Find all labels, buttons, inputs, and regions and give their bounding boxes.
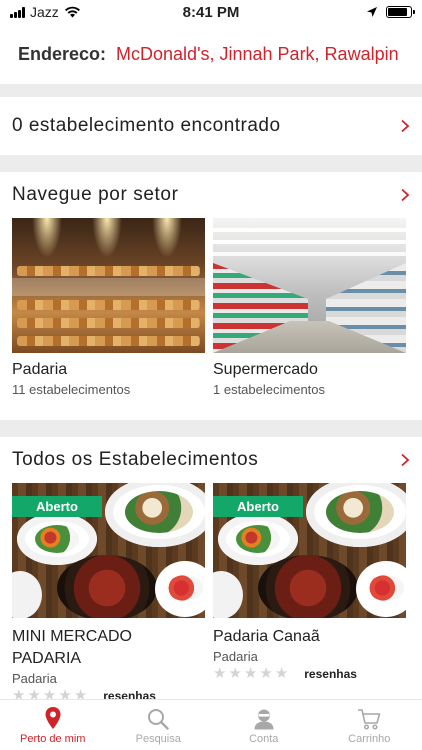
chevron-right-icon[interactable]	[400, 453, 410, 467]
store-image: Aberto	[213, 483, 406, 618]
tab-cart[interactable]: Carrinho	[317, 700, 422, 750]
establishments-found-text: 0 estabelecimento encontrado	[12, 115, 281, 136]
wifi-icon	[64, 6, 80, 18]
location-pin-icon	[45, 707, 61, 729]
tab-label: Conta	[249, 733, 279, 745]
status-bar: Jazz 8:41 PM	[0, 0, 422, 24]
account-icon	[254, 709, 274, 730]
sector-count: 1 estabelecimentos	[213, 382, 326, 397]
store-rating: ★ ★ ★ ★ ★ resenhas	[213, 666, 406, 682]
tab-bar: Perto de mim Pesquisa Conta Carrinho	[0, 699, 422, 750]
sector-list: Padaria 11 estabelecimentos Supermercado…	[0, 218, 422, 397]
tab-search[interactable]: Pesquisa	[106, 700, 212, 750]
chevron-right-icon[interactable]	[400, 119, 410, 133]
sector-name: Supermercado	[213, 361, 318, 378]
sector-name: Padaria	[12, 361, 68, 378]
reviews-label: resenhas	[304, 667, 357, 681]
sector-count: 11 estabelecimentos	[12, 382, 131, 397]
tab-near-me[interactable]: Perto de mim	[0, 700, 106, 750]
battery-icon	[386, 6, 415, 18]
store-name: MINI MERCADO PADARIA	[12, 628, 132, 667]
status-left: Jazz	[10, 4, 81, 20]
cart-icon	[358, 709, 381, 730]
star-icon: ★	[213, 665, 227, 682]
bakery-image	[12, 218, 205, 353]
star-icon: ★	[274, 665, 289, 682]
store-card[interactable]: Aberto Padaria Canaã Padaria ★ ★ ★ ★ ★ r…	[213, 483, 406, 704]
store-category: Padaria	[12, 671, 57, 686]
sector-card-padaria[interactable]: Padaria 11 estabelecimentos	[12, 218, 205, 397]
all-establishments-section: Todos os Estabelecimentos Aberto MINI ME…	[0, 437, 422, 704]
rating-stars: ★ ★ ★ ★ ★	[213, 666, 288, 682]
carrier-name: Jazz	[30, 4, 59, 20]
store-image: Aberto	[12, 483, 205, 618]
sector-section-header[interactable]: Navegue por setor	[0, 172, 422, 218]
status-right	[366, 6, 415, 18]
store-name: Padaria Canaã	[213, 628, 320, 645]
address-value[interactable]: McDonald's, Jinnah Park, Rawalpin	[116, 44, 399, 65]
tab-label: Pesquisa	[135, 733, 181, 745]
star-icon: ★	[243, 665, 258, 682]
establishments-found-row[interactable]: 0 estabelecimento encontrado	[0, 97, 422, 155]
store-category: Padaria	[213, 649, 258, 664]
search-icon	[148, 709, 169, 730]
sector-section-title: Navegue por setor	[12, 184, 179, 205]
store-card[interactable]: Aberto MINI MERCADO PADARIA Padaria ★ ★ …	[12, 483, 205, 704]
star-icon: ★	[228, 665, 242, 682]
tab-label: Perto de mim	[20, 733, 86, 745]
tab-label: Carrinho	[348, 733, 391, 745]
open-badge: Aberto	[12, 496, 102, 517]
sector-card-supermercado[interactable]: Supermercado 1 estabelecimentos	[213, 218, 406, 397]
all-establishments-header[interactable]: Todos os Estabelecimentos	[0, 437, 422, 483]
tab-account[interactable]: Conta	[211, 700, 317, 750]
address-label: Endereco:	[18, 43, 107, 64]
open-badge: Aberto	[213, 496, 303, 517]
all-establishments-title: Todos os Estabelecimentos	[12, 449, 259, 470]
location-arrow-icon	[367, 7, 377, 17]
star-icon: ★	[259, 665, 273, 682]
chevron-right-icon[interactable]	[400, 188, 410, 202]
supermarket-image	[213, 218, 406, 353]
store-list: Aberto MINI MERCADO PADARIA Padaria ★ ★ …	[0, 483, 422, 704]
address-bar[interactable]: Endereco: McDonald's, Jinnah Park, Rawal…	[0, 24, 422, 84]
sector-section: Navegue por setor Padaria 11 estabelecim…	[0, 172, 422, 420]
signal-icon	[10, 6, 25, 18]
